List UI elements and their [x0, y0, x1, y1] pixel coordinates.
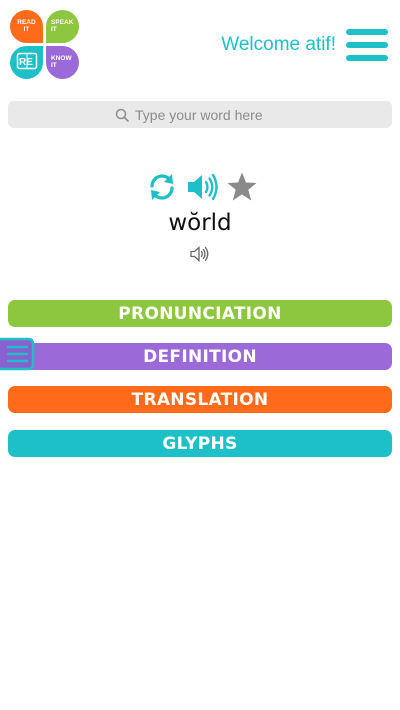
- speaker-icon[interactable]: [186, 172, 218, 202]
- menu-icon[interactable]: [346, 29, 388, 62]
- logo-read-text: READ: [17, 19, 36, 26]
- glyphs-button[interactable]: GLYPHS: [8, 430, 392, 457]
- search-input[interactable]: [135, 106, 285, 123]
- translation-button[interactable]: TRANSLATION: [8, 386, 392, 413]
- menu-bar: [346, 29, 388, 35]
- app-logo: READ IT SPEAK IT RE KNOW IT: [10, 10, 80, 80]
- logo-speak-text-2: IT: [51, 26, 57, 33]
- refresh-icon[interactable]: [146, 171, 178, 203]
- list-icon[interactable]: [0, 337, 36, 371]
- logo-re-mark: RE: [10, 46, 43, 79]
- logo-mark-text: RE: [19, 57, 33, 68]
- word-display: wŏrld: [168, 210, 232, 236]
- pronunciation-button[interactable]: PRONUNCIATION: [8, 300, 392, 327]
- search-bar[interactable]: [8, 101, 392, 128]
- logo-speak-text: SPEAK: [51, 19, 74, 26]
- welcome-text: Welcome atif!: [221, 34, 336, 55]
- definition-button[interactable]: DEFINITION: [8, 343, 392, 370]
- word-actions: [146, 171, 258, 203]
- logo-speak: SPEAK IT: [46, 10, 79, 43]
- small-speaker-icon[interactable]: [190, 246, 210, 262]
- menu-bar: [346, 42, 388, 48]
- book-icon: RE: [16, 52, 37, 70]
- search-icon: [115, 108, 129, 122]
- logo-know: KNOW IT: [46, 46, 79, 79]
- logo-know-text: KNOW: [51, 55, 72, 62]
- logo-read-text-2: IT: [23, 26, 30, 33]
- menu-bar: [346, 55, 388, 61]
- logo-read: READ IT: [10, 10, 43, 43]
- logo-know-text-2: IT: [51, 62, 57, 69]
- star-icon[interactable]: [226, 171, 258, 203]
